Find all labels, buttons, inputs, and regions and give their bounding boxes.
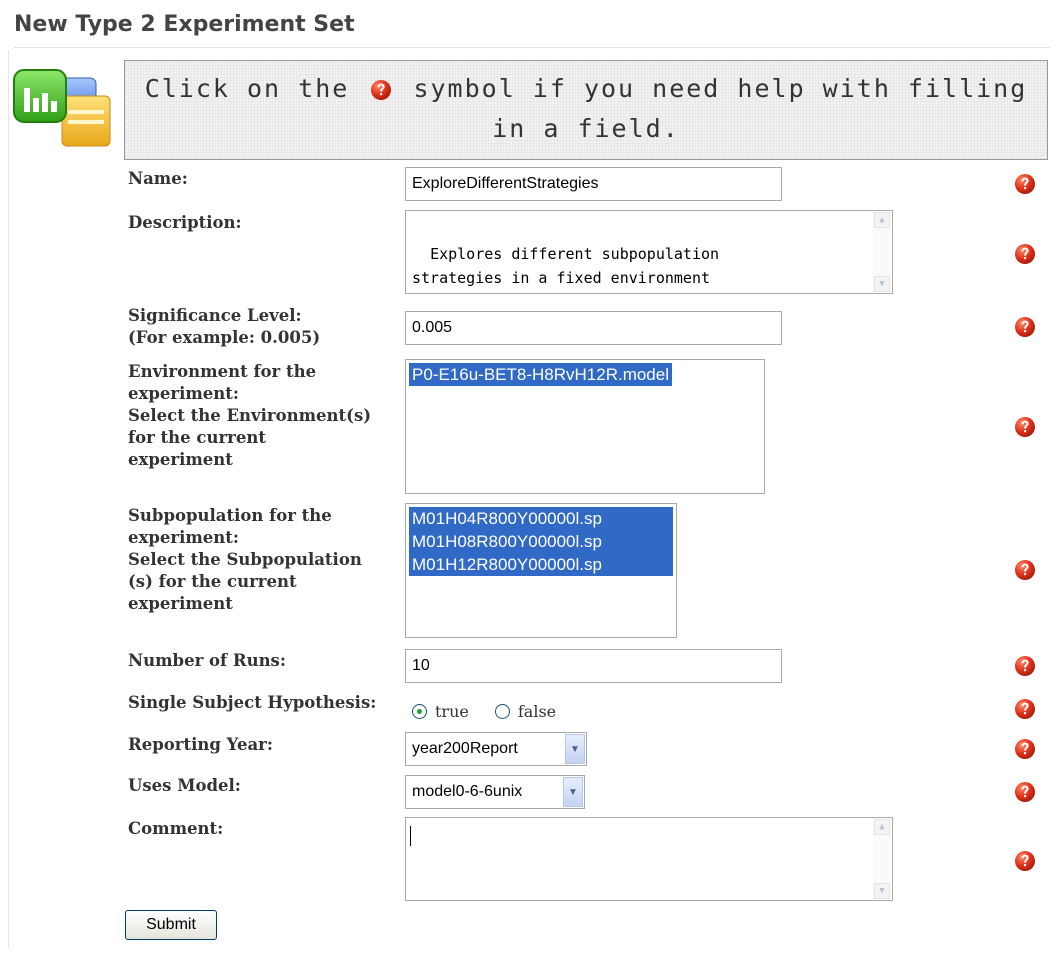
- name-label: Name:: [128, 169, 188, 188]
- comment-help-icon[interactable]: [1014, 850, 1036, 872]
- subpopulation-label-line3: Select the Subpopulation: [128, 550, 362, 569]
- comment-scrollbar[interactable]: ▲ ▼: [873, 819, 891, 899]
- chart-folder-icon: [13, 69, 111, 147]
- scroll-up-icon[interactable]: ▲: [874, 819, 890, 835]
- runs-help-icon[interactable]: [1014, 655, 1036, 677]
- reporting-year-value: year200Report: [412, 740, 518, 757]
- subpopulation-help-icon[interactable]: [1014, 559, 1036, 581]
- environment-label: Environment for the experiment: Select t…: [128, 361, 371, 471]
- subpopulation-listbox[interactable]: M01H04R800Y00000l.sp M01H08R800Y00000l.s…: [405, 503, 677, 638]
- hypothesis-radio-group: true false: [412, 700, 556, 722]
- hypothesis-false-radio[interactable]: [494, 703, 510, 719]
- description-textarea[interactable]: Explores different subpopulation strateg…: [405, 210, 893, 294]
- hypothesis-true-radio[interactable]: [412, 703, 427, 719]
- question-mark-help-icon: [370, 79, 392, 101]
- runs-label: Number of Runs:: [128, 651, 286, 670]
- environment-label-line4: for the current: [128, 428, 266, 447]
- page-title: New Type 2 Experiment Set: [14, 12, 355, 37]
- uses-model-help-icon[interactable]: [1014, 781, 1036, 803]
- help-banner-text-end: symbol if you need help with filling in …: [413, 74, 1028, 143]
- reporting-year-label: Reporting Year:: [128, 735, 273, 754]
- subpopulation-label-line5: experiment: [128, 594, 233, 613]
- reporting-year-select[interactable]: year200Report ▼: [405, 732, 587, 766]
- chevron-down-icon[interactable]: ▼: [565, 734, 585, 764]
- uses-model-select[interactable]: model0-6-6unix ▼: [405, 775, 585, 809]
- name-input[interactable]: ExploreDifferentStrategies: [405, 167, 782, 201]
- subpopulation-option[interactable]: M01H04R800Y00000l.sp: [409, 507, 673, 530]
- subpopulation-label-line2: experiment:: [128, 528, 239, 547]
- hypothesis-label: Single Subject Hypothesis:: [128, 693, 377, 712]
- chevron-down-icon[interactable]: ▼: [563, 777, 583, 807]
- comment-label: Comment:: [128, 819, 224, 838]
- subpopulation-label: Subpopulation for the experiment: Select…: [128, 505, 362, 615]
- hypothesis-help-icon[interactable]: [1014, 698, 1036, 720]
- significance-label-line2: (For example: 0.005): [128, 328, 321, 347]
- subpopulation-label-line1: Subpopulation for the: [128, 506, 332, 525]
- significance-help-icon[interactable]: [1014, 316, 1036, 338]
- description-text: Explores different subpopulation strateg…: [412, 245, 720, 287]
- name-help-icon[interactable]: [1014, 173, 1036, 195]
- title-divider: [14, 47, 1050, 48]
- environment-label-line3: Select the Environment(s): [128, 406, 372, 425]
- text-caret: [410, 826, 411, 846]
- help-banner-text-start: Click on the: [144, 74, 350, 103]
- reporting-year-help-icon[interactable]: [1014, 738, 1036, 760]
- environment-label-line1: Environment for the: [128, 362, 317, 381]
- scroll-down-icon[interactable]: ▼: [874, 883, 890, 899]
- significance-input[interactable]: 0.005: [405, 311, 782, 345]
- subpopulation-option[interactable]: M01H08R800Y00000l.sp: [409, 530, 673, 553]
- environment-label-line5: experiment: [128, 450, 233, 469]
- help-banner: Click on the symbol if you need help wit…: [124, 60, 1048, 160]
- hypothesis-false-label[interactable]: false: [518, 702, 556, 721]
- significance-label: Significance Level: (For example: 0.005): [128, 305, 320, 349]
- left-border: [8, 50, 9, 948]
- environment-listbox[interactable]: P0-E16u-BET8-H8RvH12R.model: [405, 359, 765, 494]
- uses-model-value: model0-6-6unix: [412, 783, 523, 800]
- uses-model-label: Uses Model:: [128, 776, 241, 795]
- runs-input[interactable]: 10: [405, 649, 782, 683]
- scroll-up-icon[interactable]: ▲: [874, 212, 890, 228]
- description-scrollbar[interactable]: ▲ ▼: [873, 212, 891, 292]
- submit-button[interactable]: Submit: [125, 910, 217, 940]
- environment-help-icon[interactable]: [1014, 416, 1036, 438]
- subpopulation-label-line4: (s) for the current: [128, 572, 297, 591]
- subpopulation-option[interactable]: M01H12R800Y00000l.sp: [409, 553, 673, 576]
- significance-label-line1: Significance Level:: [128, 306, 302, 325]
- hypothesis-true-label[interactable]: true: [435, 702, 469, 721]
- description-label: Description:: [128, 213, 242, 232]
- environment-label-line2: experiment:: [128, 384, 239, 403]
- comment-textarea[interactable]: ▲ ▼: [405, 817, 893, 901]
- description-help-icon[interactable]: [1014, 243, 1036, 265]
- scroll-down-icon[interactable]: ▼: [874, 276, 890, 292]
- environment-option[interactable]: P0-E16u-BET8-H8RvH12R.model: [409, 363, 672, 386]
